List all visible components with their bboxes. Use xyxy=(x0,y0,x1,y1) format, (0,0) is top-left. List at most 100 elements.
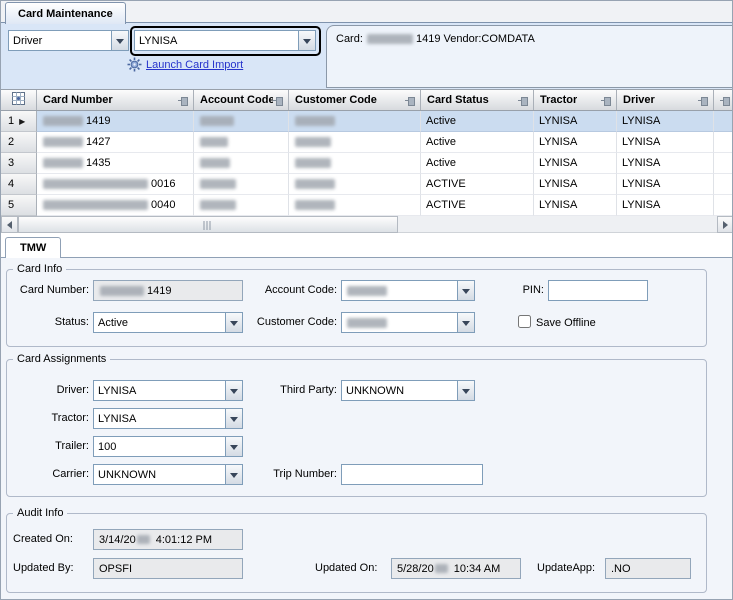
column-header-label: Card Status xyxy=(427,94,489,106)
customer-code-combo[interactable] xyxy=(341,312,475,333)
table-cell: LYNISA xyxy=(617,153,714,174)
table-cell: LYNISA xyxy=(534,111,617,132)
trip-number-input[interactable] xyxy=(341,464,483,485)
dropdown-arrow-icon[interactable] xyxy=(225,465,242,484)
redacted-text xyxy=(295,200,335,210)
table-cell: Active xyxy=(421,153,534,174)
row-number: 1 xyxy=(8,115,14,127)
card-banner-panel: Card: 1419 Vendor:COMDATA xyxy=(326,25,733,88)
redacted-text xyxy=(435,564,448,573)
table-cell: LYNISA xyxy=(617,111,714,132)
filter-type-combo[interactable]: Driver xyxy=(8,30,129,51)
redacted-text xyxy=(100,286,144,296)
card-banner-vendor: Vendor:COMDATA xyxy=(440,33,534,45)
update-app-value: .NO xyxy=(611,563,631,575)
redacted-text xyxy=(200,137,228,147)
column-header-label: Driver xyxy=(623,94,655,106)
driver-combo[interactable]: LYNISA xyxy=(93,380,243,401)
table-cell: LYNISA xyxy=(617,174,714,195)
filter-value-combo[interactable]: LYNISA xyxy=(134,30,316,51)
tractor-combo[interactable]: LYNISA xyxy=(93,408,243,429)
status-combo[interactable]: Active xyxy=(93,312,243,333)
table-cell xyxy=(289,132,421,153)
table-row[interactable]: 50040ACTIVELYNISALYNISA xyxy=(1,195,733,216)
dropdown-arrow-icon[interactable] xyxy=(111,31,128,50)
main-tab-bar: Card Maintenance xyxy=(1,1,733,23)
right-arrow-icon xyxy=(723,221,732,229)
card-info-legend: Card Info xyxy=(13,263,66,275)
third-party-label: Third Party: xyxy=(253,384,337,396)
dropdown-arrow-icon[interactable] xyxy=(225,409,242,428)
row-selector[interactable]: 4 xyxy=(1,174,37,195)
dropdown-arrow-icon[interactable] xyxy=(225,381,242,400)
save-offline-checkbox[interactable] xyxy=(518,315,531,328)
scroll-right-button[interactable] xyxy=(717,216,733,233)
table-row[interactable]: 31435ActiveLYNISALYNISA xyxy=(1,153,733,174)
horizontal-scrollbar[interactable] xyxy=(1,216,733,233)
pin-icon[interactable] xyxy=(273,95,284,106)
table-cell: Active xyxy=(421,111,534,132)
pin-icon[interactable] xyxy=(405,95,416,106)
launch-card-import-link[interactable]: Launch Card Import xyxy=(127,57,243,72)
tab-tmw[interactable]: TMW xyxy=(5,237,61,258)
tab-card-maintenance-label: Card Maintenance xyxy=(18,8,113,20)
column-header-account-code[interactable]: Account Code xyxy=(194,90,289,110)
dropdown-arrow-icon[interactable] xyxy=(225,437,242,456)
row-selector[interactable]: 1▶ xyxy=(1,111,37,132)
table-row[interactable]: 1▶1419ActiveLYNISALYNISA xyxy=(1,111,733,132)
row-selector[interactable]: 2 xyxy=(1,132,37,153)
customer-code-value xyxy=(342,313,457,332)
pin-input[interactable] xyxy=(548,280,648,301)
column-header-card-status[interactable]: Card Status xyxy=(421,90,534,110)
dropdown-arrow-icon[interactable] xyxy=(457,313,474,332)
card-banner-number: 1419 xyxy=(416,33,440,45)
pin-icon[interactable] xyxy=(601,95,612,106)
table-row[interactable]: 21427ActiveLYNISALYNISA xyxy=(1,132,733,153)
column-header-card-number[interactable]: Card Number xyxy=(37,90,194,110)
column-header-extra[interactable] xyxy=(714,90,733,110)
account-code-combo[interactable] xyxy=(341,280,475,301)
third-party-value: UNKNOWN xyxy=(342,381,457,400)
updated-on-date: 5/28/20 xyxy=(397,563,434,575)
trip-number-label: Trip Number: xyxy=(253,468,337,480)
updated-on-label: Updated On: xyxy=(315,562,377,574)
third-party-combo[interactable]: UNKNOWN xyxy=(341,380,475,401)
carrier-value: UNKNOWN xyxy=(94,465,225,484)
pin-icon[interactable] xyxy=(720,95,731,106)
row-selector[interactable]: 5 xyxy=(1,195,37,216)
updated-by-field: OPSFI xyxy=(93,558,243,579)
horizontal-scrollbar-thumb[interactable] xyxy=(18,216,398,233)
carrier-label: Carrier: xyxy=(13,468,89,480)
row-selector[interactable]: 3 xyxy=(1,153,37,174)
scroll-left-button[interactable] xyxy=(1,216,18,233)
column-header-driver[interactable]: Driver xyxy=(617,90,714,110)
dropdown-arrow-icon[interactable] xyxy=(298,31,315,50)
dropdown-arrow-icon[interactable] xyxy=(457,281,474,300)
redacted-text xyxy=(200,116,234,126)
pin-icon[interactable] xyxy=(178,95,189,106)
field-chooser-button[interactable] xyxy=(1,90,37,110)
dropdown-arrow-icon[interactable] xyxy=(225,313,242,332)
carrier-combo[interactable]: UNKNOWN xyxy=(93,464,243,485)
redacted-text xyxy=(295,137,331,147)
field-chooser-icon xyxy=(12,92,25,108)
dropdown-arrow-icon[interactable] xyxy=(457,381,474,400)
audit-info-legend: Audit Info xyxy=(13,507,67,519)
column-header-label: Account Code xyxy=(200,94,273,106)
table-row[interactable]: 40016ACTIVELYNISALYNISA xyxy=(1,174,733,195)
table-cell xyxy=(194,111,289,132)
table-cell xyxy=(194,153,289,174)
trailer-combo[interactable]: 100 xyxy=(93,436,243,457)
tab-card-maintenance[interactable]: Card Maintenance xyxy=(5,2,126,24)
pin-icon[interactable] xyxy=(518,95,529,106)
card-number-value: 1419 xyxy=(147,285,171,297)
column-header-customer-code[interactable]: Customer Code xyxy=(289,90,421,110)
audit-info-group: Audit Info xyxy=(6,507,707,593)
redacted-text xyxy=(200,200,236,210)
card-number-field: 1419 xyxy=(93,280,243,301)
redacted-text xyxy=(43,200,148,210)
created-on-field: 3/14/20 4:01:12 PM xyxy=(93,529,243,550)
created-on-date: 3/14/20 xyxy=(99,534,136,546)
pin-icon[interactable] xyxy=(698,95,709,106)
column-header-tractor[interactable]: Tractor xyxy=(534,90,617,110)
